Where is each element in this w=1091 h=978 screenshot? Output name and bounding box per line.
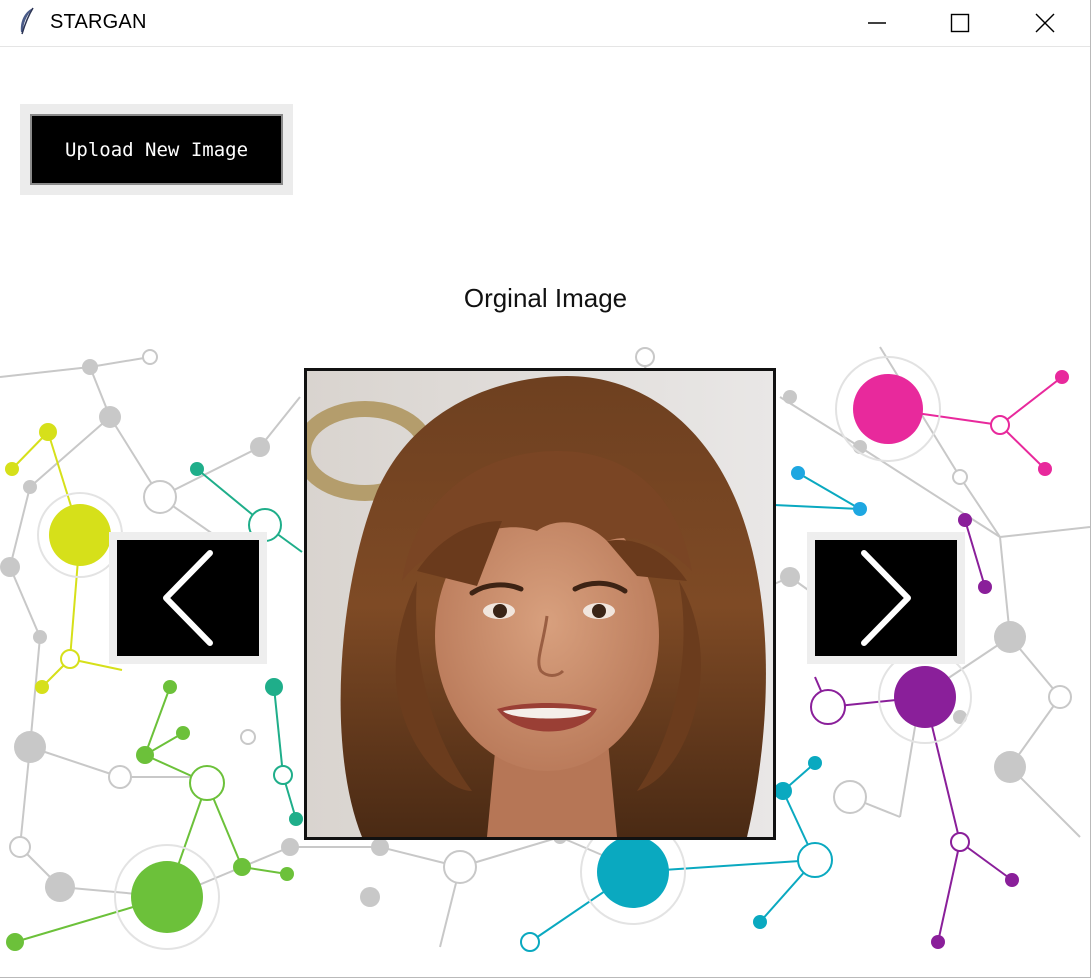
minimize-button[interactable]	[833, 0, 921, 46]
original-image	[304, 368, 776, 840]
feather-icon	[20, 7, 34, 35]
next-image-button[interactable]	[815, 540, 957, 656]
client-area: Upload New Image Orginal Image	[0, 47, 1090, 977]
maximize-button[interactable]	[916, 0, 1004, 46]
maximize-icon	[950, 13, 970, 33]
upload-button-frame: Upload New Image	[20, 104, 293, 195]
portrait-illustration	[307, 371, 773, 837]
image-caption: Orginal Image	[463, 283, 628, 313]
window-title: STARGAN	[50, 11, 147, 33]
prev-image-button[interactable]	[117, 540, 259, 656]
prev-button-frame	[109, 532, 267, 664]
chevron-left-icon	[163, 550, 213, 646]
next-button-frame	[807, 532, 965, 664]
close-icon	[1035, 13, 1055, 33]
app-window: STARGAN Upload New Image Orginal Image	[0, 0, 1091, 978]
chevron-right-icon	[861, 550, 911, 646]
title-bar[interactable]: STARGAN	[0, 0, 1090, 47]
minimize-icon	[868, 22, 886, 24]
close-button[interactable]	[1001, 0, 1089, 46]
upload-image-button[interactable]: Upload New Image	[30, 114, 283, 185]
